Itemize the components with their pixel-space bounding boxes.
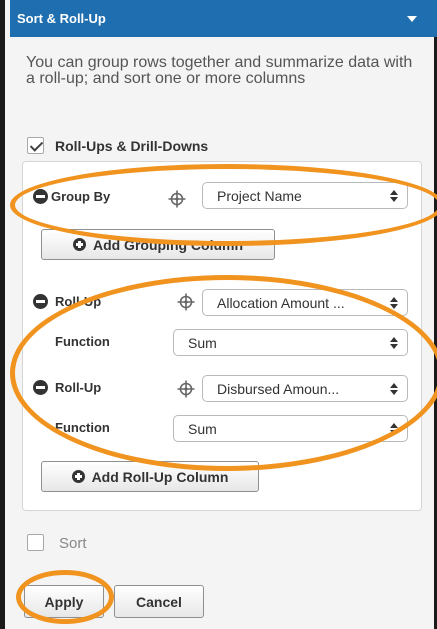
select-arrows-icon (390, 423, 398, 435)
panel-title: Sort & Roll-Up (17, 11, 106, 26)
select-arrows-icon (390, 337, 398, 349)
crosshair-icon[interactable] (168, 190, 186, 208)
rollup-2-function-label: Function (55, 420, 110, 435)
rollup-2-function-select[interactable]: Sum (173, 415, 408, 442)
plus-icon (72, 238, 86, 251)
crosshair-icon[interactable] (177, 293, 195, 311)
rollup-1-column-select[interactable]: Allocation Amount ... (202, 289, 408, 316)
rollups-checkbox-label: Roll-Ups & Drill-Downs (55, 138, 209, 154)
remove-rollup-1-icon[interactable] (33, 294, 48, 309)
panel-header[interactable]: Sort & Roll-Up (10, 0, 437, 37)
remove-group-by-icon[interactable] (33, 189, 48, 204)
sort-checkbox[interactable] (27, 534, 44, 551)
rollup-2-function-value: Sum (188, 420, 217, 437)
rollup-2-column-select[interactable]: Disbursed Amoun... (202, 375, 408, 402)
group-by-value: Project Name (217, 187, 302, 204)
rollup-1-function-value: Sum (188, 334, 217, 351)
rollup-2-label: Roll-Up (55, 380, 102, 395)
rollups-checkbox[interactable] (27, 137, 44, 154)
collapse-caret-icon[interactable] (407, 16, 417, 22)
plus-icon (71, 470, 85, 483)
add-grouping-column-label: Add Grouping Column (92, 236, 244, 253)
group-by-select[interactable]: Project Name (202, 182, 408, 209)
rollup-1-column-value: Allocation Amount ... (217, 294, 345, 311)
cancel-label: Cancel (136, 593, 182, 610)
add-rollup-column-button[interactable]: Add Roll-Up Column (41, 461, 259, 492)
panel-description: You can group rows together and summariz… (26, 54, 413, 87)
rollup-1-function-label: Function (55, 334, 110, 349)
sort-rollup-panel: Sort & Roll-Up You can group rows togeth… (0, 0, 437, 629)
rollup-1-label: Roll-Up (55, 294, 102, 309)
crosshair-icon[interactable] (177, 380, 195, 398)
apply-button[interactable]: Apply (24, 585, 104, 618)
select-arrows-icon (390, 190, 398, 202)
select-arrows-icon (390, 383, 398, 395)
sort-checkbox-label: Sort (59, 535, 87, 552)
remove-rollup-2-icon[interactable] (33, 380, 48, 395)
apply-label: Apply (44, 593, 84, 610)
rollup-1-function-select[interactable]: Sum (173, 329, 408, 356)
add-rollup-column-label: Add Roll-Up Column (91, 468, 229, 485)
add-grouping-column-button[interactable]: Add Grouping Column (41, 229, 275, 260)
cancel-button[interactable]: Cancel (114, 585, 204, 618)
select-arrows-icon (390, 297, 398, 309)
rollup-2-column-value: Disbursed Amoun... (217, 380, 340, 397)
group-by-label: Group By (51, 189, 111, 204)
